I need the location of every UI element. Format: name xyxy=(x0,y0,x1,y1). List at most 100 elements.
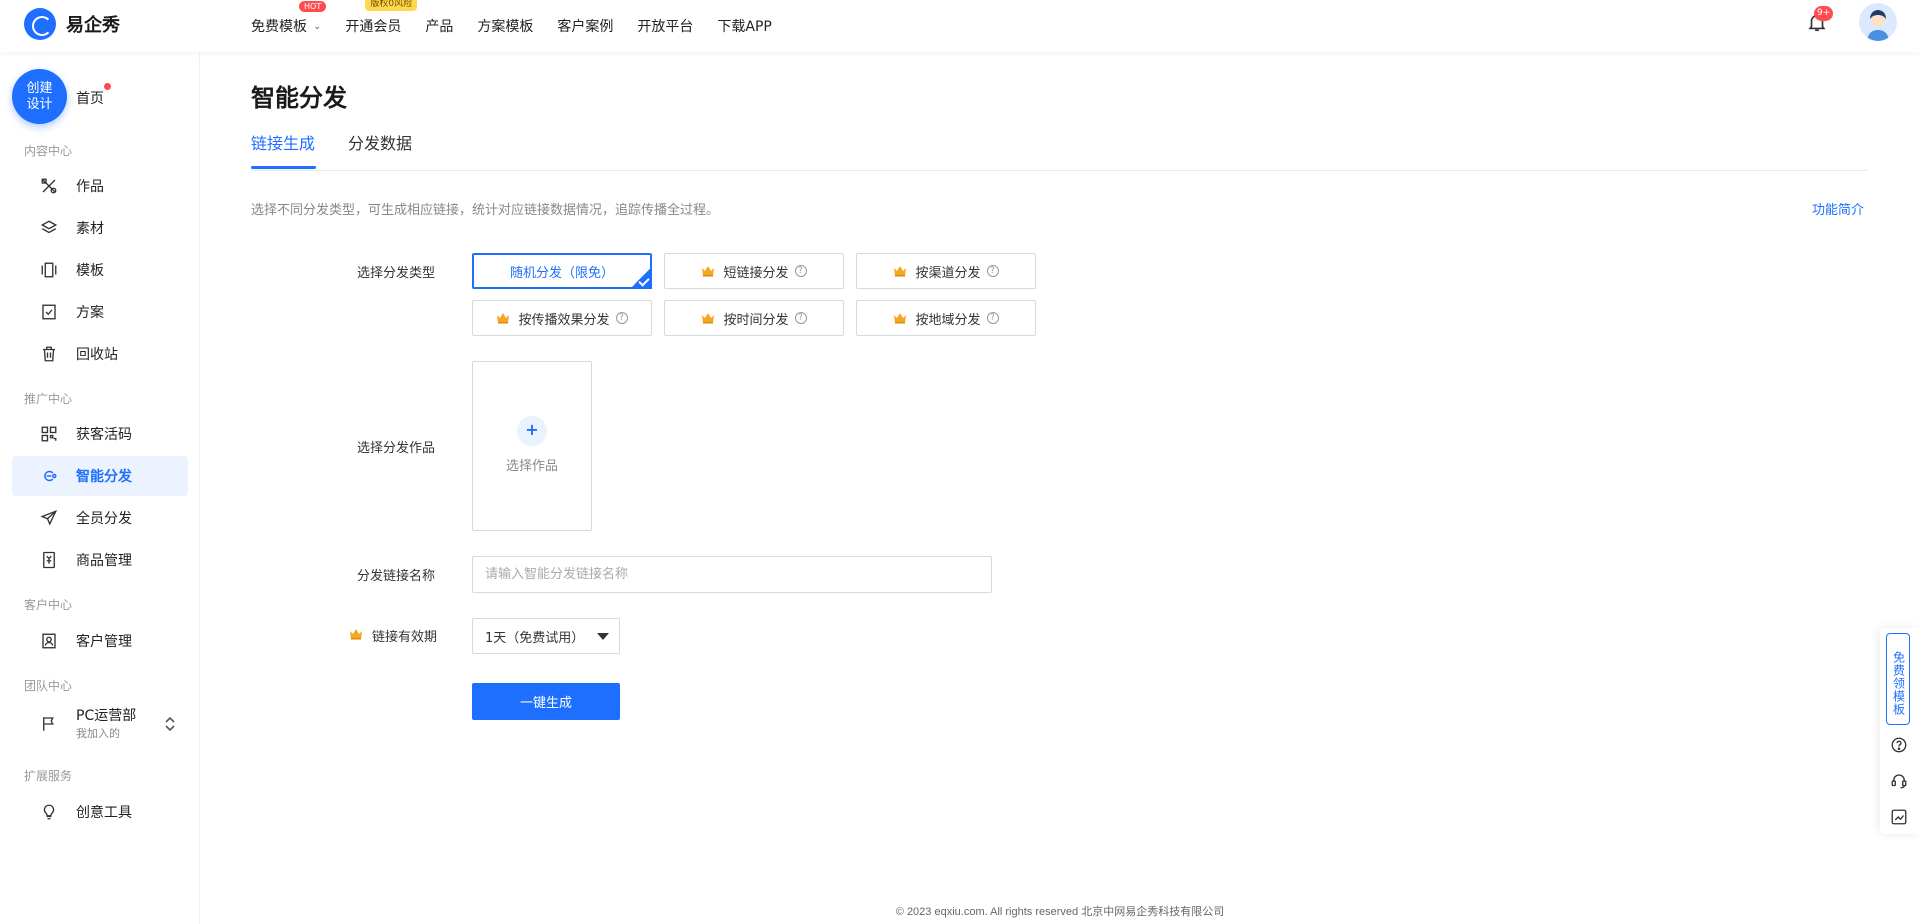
active-tab-indicator xyxy=(251,166,316,169)
sidebar-item-label: 客户管理 xyxy=(76,634,132,650)
type-label-text: 按渠道分发 xyxy=(915,265,981,281)
crown-icon xyxy=(350,629,362,640)
sidebar-item-label: 商品管理 xyxy=(76,553,132,569)
sidebar-item-label: 全员分发 xyxy=(76,511,132,527)
logo-icon xyxy=(24,8,56,40)
crown-icon xyxy=(702,266,715,277)
nav-customer-cases[interactable]: 客户案例 xyxy=(557,16,613,36)
validity-select[interactable]: 1天（免费试用） xyxy=(472,618,620,654)
sidebar-item-creative-tools[interactable]: 创意工具 xyxy=(12,792,188,832)
type-by-channel[interactable]: 按渠道分发 ? xyxy=(856,253,1036,289)
tab-distribution-data[interactable]: 分发数据 xyxy=(348,130,412,154)
type-by-effect[interactable]: 按传播效果分发 ? xyxy=(472,300,652,336)
type-label-text: 按时间分发 xyxy=(723,312,789,328)
sidebar-item-customer-management[interactable]: 客户管理 xyxy=(12,621,188,661)
feature-intro-link[interactable]: 功能简介 xyxy=(1812,199,1864,218)
help-icon[interactable]: ? xyxy=(794,312,807,324)
type-label-text: 短链接分发 xyxy=(723,265,789,281)
type-by-region[interactable]: 按地域分发 ? xyxy=(856,300,1036,336)
sidebar-item-home[interactable]: 首页 xyxy=(76,88,104,108)
sidebar-item-solutions[interactable]: 方案 xyxy=(12,292,188,332)
help-icon[interactable]: ? xyxy=(794,265,807,277)
plus-icon: + xyxy=(517,416,547,446)
caret-down-icon xyxy=(597,633,609,640)
nav-free-templates[interactable]: 免费模板 ⌄ HOT xyxy=(251,1,327,36)
sidebar-item-label: 模板 xyxy=(76,263,104,279)
section-title-promotion: 推广中心 xyxy=(24,392,73,406)
tab-link-generation[interactable]: 链接生成 xyxy=(251,130,315,154)
floating-toolbar: 免费领模板 xyxy=(1880,628,1920,834)
tools-icon xyxy=(40,177,58,195)
free-template-button[interactable]: 免费领模板 xyxy=(1886,633,1910,725)
link-name-input[interactable] xyxy=(472,556,992,593)
page-title: 智能分发 xyxy=(251,84,347,112)
check-icon xyxy=(630,267,652,289)
help-icon[interactable]: ? xyxy=(986,265,999,277)
team-switcher[interactable]: PC运营部 我加入的 xyxy=(12,703,188,747)
nav-label: 方案模板 xyxy=(477,19,534,35)
nav-label: 免费模板 xyxy=(251,19,307,35)
flag-icon xyxy=(40,715,58,737)
product-icon xyxy=(40,551,58,569)
share-cloud-icon xyxy=(40,467,58,485)
tab-bar: 链接生成 分发数据 xyxy=(251,126,1868,171)
customer-service-icon[interactable] xyxy=(1890,772,1908,790)
new-dot xyxy=(104,83,111,90)
sidebar-item-staff-distribution[interactable]: 全员分发 xyxy=(12,498,188,538)
nav-download-app[interactable]: 下载APP xyxy=(717,16,771,36)
contact-icon xyxy=(40,632,58,650)
generate-button[interactable]: 一键生成 xyxy=(472,683,620,720)
type-short-link[interactable]: 短链接分发 ? xyxy=(664,253,844,289)
send-icon xyxy=(40,509,58,527)
nav-label: 开通会员 xyxy=(345,19,402,35)
nav-label: 下载APP xyxy=(717,19,772,35)
feedback-chart-icon[interactable] xyxy=(1890,808,1908,826)
sidebar-item-templates[interactable]: 模板 xyxy=(12,250,188,290)
select-work-label: 选择作品 xyxy=(505,459,558,474)
name-label: 分发链接名称 xyxy=(357,569,436,584)
page-description: 选择不同分发类型，可生成相应链接，统计对应链接数据情况，追踪传播全过程。 xyxy=(251,203,720,218)
type-by-time[interactable]: 按时间分发 ? xyxy=(664,300,844,336)
sidebar-item-label: 获客活码 xyxy=(76,427,132,443)
layers-icon xyxy=(40,219,58,237)
section-title-extensions: 扩展服务 xyxy=(24,769,73,783)
select-work-button[interactable]: + 选择作品 xyxy=(472,361,592,531)
copyright-badge: 版权0风险 xyxy=(365,0,418,11)
sidebar-item-qrcode[interactable]: 获客活码 xyxy=(12,414,188,454)
top-nav: 免费模板 ⌄ HOT 开通会员 版权0风险 产品 方案模板 客户案例 开放平台 … xyxy=(251,0,796,52)
type-label-text: 按传播效果分发 xyxy=(518,312,610,328)
nav-open-platform[interactable]: 开放平台 xyxy=(637,16,693,36)
type-random[interactable]: 随机分发（限免） xyxy=(472,253,652,289)
help-icon[interactable]: ? xyxy=(986,312,999,324)
type-label: 选择分发类型 xyxy=(357,266,436,281)
type-label-text: 按地域分发 xyxy=(915,312,981,328)
chevron-updown-icon[interactable] xyxy=(164,716,176,735)
sidebar-item-product-management[interactable]: 商品管理 xyxy=(12,540,188,580)
nav-membership[interactable]: 开通会员 版权0风险 xyxy=(345,0,418,36)
sidebar-item-works[interactable]: 作品 xyxy=(12,166,188,206)
section-title-content: 内容中心 xyxy=(24,144,73,158)
nav-label: 开放平台 xyxy=(637,19,694,35)
hot-badge: HOT xyxy=(299,1,327,12)
sidebar-item-materials[interactable]: 素材 xyxy=(12,208,188,248)
crown-icon xyxy=(497,313,510,324)
create-design-label: 创建设计 xyxy=(26,80,53,112)
create-design-button[interactable]: 创建设计 xyxy=(12,69,67,124)
avatar[interactable] xyxy=(1859,3,1897,41)
sidebar-item-label: 回收站 xyxy=(76,347,118,363)
sidebar-item-label: 作品 xyxy=(76,179,104,195)
section-title-team: 团队中心 xyxy=(24,679,73,693)
help-circle-icon[interactable] xyxy=(1890,736,1908,754)
logo[interactable]: 易企秀 xyxy=(24,8,120,40)
nav-label: 产品 xyxy=(425,19,454,35)
qrcode-icon xyxy=(40,425,58,443)
sidebar-item-recycle-bin[interactable]: 回收站 xyxy=(12,334,188,374)
validity-label: 链接有效期 xyxy=(372,630,438,645)
help-icon[interactable]: ? xyxy=(615,312,628,324)
checklist-icon xyxy=(40,303,58,321)
nav-products[interactable]: 产品 xyxy=(425,16,453,36)
work-label: 选择分发作品 xyxy=(357,441,436,456)
nav-solution-templates[interactable]: 方案模板 xyxy=(477,16,533,36)
sidebar-item-smart-distribution[interactable]: 智能分发 xyxy=(12,456,188,496)
sidebar: 创建设计 首页 内容中心 作品 素材 模板 方案 回收站 推广中心 获客活码 智… xyxy=(0,52,200,924)
